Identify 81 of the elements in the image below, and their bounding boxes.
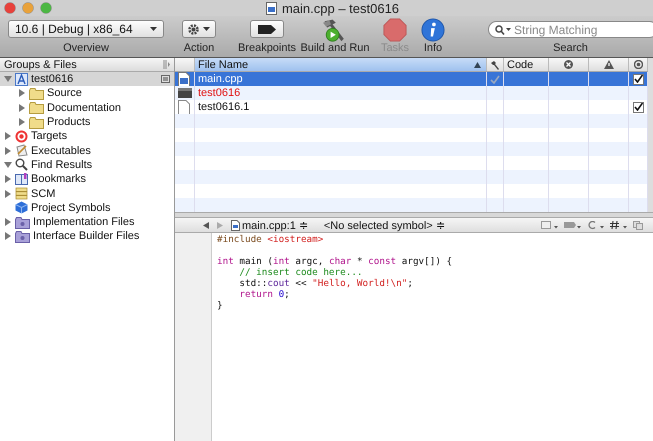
caret-icon bbox=[150, 27, 157, 31]
checkmark-icon bbox=[634, 103, 642, 111]
cube-icon bbox=[15, 201, 28, 214]
class-menu-icon[interactable] bbox=[587, 220, 605, 230]
folder-icon bbox=[15, 230, 30, 243]
code-line: #include <iostream> bbox=[217, 234, 324, 245]
code-line: int main (int argc, char * const argv[]) { bbox=[217, 256, 452, 267]
stop-sign-icon[interactable] bbox=[382, 18, 408, 42]
hammer-icon bbox=[490, 60, 500, 70]
split-view-icon[interactable] bbox=[633, 220, 643, 230]
sidebar-item[interactable]: SCM bbox=[0, 186, 174, 201]
detail-icon[interactable] bbox=[161, 75, 170, 84]
target-icon bbox=[634, 60, 642, 69]
code-line: // insert code here... bbox=[239, 267, 363, 278]
bookmark-menu-icon[interactable] bbox=[541, 220, 559, 230]
sidebar-item[interactable]: Bookmarks bbox=[0, 172, 174, 186]
toolbar-label: Search bbox=[553, 42, 588, 55]
sidebar-title: Groups & Files bbox=[4, 58, 77, 70]
document-icon bbox=[178, 100, 192, 114]
checkbox[interactable] bbox=[632, 102, 644, 112]
code-line: } bbox=[217, 300, 223, 311]
toolbar-label: Overview bbox=[63, 42, 109, 55]
folder-icon bbox=[15, 216, 30, 229]
window-title: main.cpp – test0616 bbox=[282, 0, 400, 16]
sidebar-item[interactable]: Products bbox=[0, 114, 174, 130]
magnifier-icon bbox=[15, 158, 28, 172]
split-handle-icon[interactable] bbox=[163, 60, 170, 69]
sidebar-item[interactable]: Source bbox=[0, 86, 174, 101]
checkbox[interactable] bbox=[632, 74, 644, 84]
search-icon[interactable] bbox=[495, 24, 511, 34]
file-icon bbox=[231, 220, 240, 230]
file-icon bbox=[178, 72, 192, 86]
file-name: test0616.1 bbox=[198, 101, 250, 113]
sidebar-item[interactable]: Find Results bbox=[0, 158, 174, 172]
folder-icon bbox=[29, 86, 44, 100]
pragma-menu-icon[interactable] bbox=[610, 220, 628, 230]
breakpoint-menu-icon[interactable] bbox=[564, 220, 582, 230]
sidebar-item[interactable]: Targets bbox=[0, 129, 174, 144]
sidebar-item[interactable]: Project Symbols bbox=[0, 200, 174, 215]
warning-icon bbox=[604, 60, 614, 69]
file-name: main.cpp bbox=[198, 73, 243, 85]
file-row[interactable]: test0616 bbox=[175, 86, 648, 100]
pencil-icon bbox=[15, 144, 28, 158]
search-field[interactable]: String Matching bbox=[488, 21, 653, 38]
code-line: std::cout << "Hello, World!\n"; bbox=[239, 278, 413, 289]
toolbar-label: Info bbox=[424, 42, 442, 55]
overview-popup[interactable]: 10.6 | Debug | x86_64 bbox=[8, 20, 164, 38]
target-icon bbox=[15, 130, 28, 143]
sidebar-item[interactable]: Interface Builder Files bbox=[0, 229, 174, 244]
sidebar-item[interactable]: Implementation Files bbox=[0, 214, 174, 230]
gear-icon bbox=[188, 24, 199, 34]
error-icon bbox=[564, 60, 573, 69]
back-arrow-icon[interactable] bbox=[203, 222, 209, 228]
caret-icon bbox=[203, 27, 210, 31]
sidebar-item[interactable]: test0616 bbox=[0, 72, 174, 86]
symbol-popup[interactable]: <No selected symbol> ≑ bbox=[324, 218, 445, 232]
sort-arrow-icon bbox=[474, 62, 481, 68]
file-name: test0616 bbox=[198, 87, 240, 99]
folder-icon bbox=[29, 101, 44, 114]
action-button[interactable] bbox=[182, 20, 216, 38]
code-line: return 0; bbox=[239, 289, 290, 300]
sidebar-item[interactable]: Executables bbox=[0, 143, 174, 158]
checkmark-icon bbox=[634, 75, 642, 83]
column-header[interactable]: File Name bbox=[195, 58, 487, 71]
stack-icon bbox=[15, 187, 28, 200]
terminal-icon bbox=[178, 86, 192, 100]
toolbar-label: Action bbox=[184, 42, 214, 55]
breakpoint-icon bbox=[258, 24, 276, 34]
column-header[interactable]: Code bbox=[504, 58, 549, 71]
toolbar-label: Build and Run bbox=[300, 42, 370, 55]
close-button[interactable] bbox=[4, 2, 16, 14]
toolbar-label: Breakpoints bbox=[238, 42, 296, 55]
info-icon[interactable] bbox=[420, 18, 446, 42]
file-popup[interactable]: main.cpp:1 ≑ bbox=[231, 218, 308, 232]
project-icon bbox=[15, 72, 28, 86]
file-icon bbox=[266, 2, 277, 14]
book-icon bbox=[15, 172, 28, 186]
breakpoints-button[interactable] bbox=[250, 20, 284, 38]
file-row[interactable]: main.cpp bbox=[175, 72, 648, 86]
sidebar-item[interactable]: Documentation bbox=[0, 100, 174, 115]
folder-icon bbox=[29, 116, 44, 129]
